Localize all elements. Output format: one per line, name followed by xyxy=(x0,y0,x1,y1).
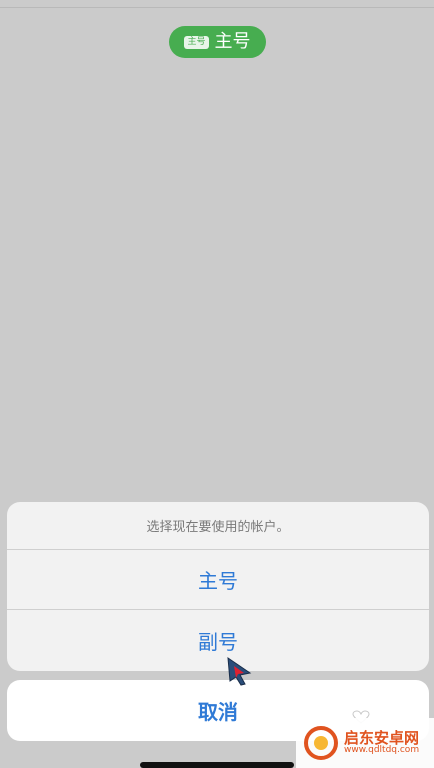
account-action-sheet: 选择现在要使用的帐户。 主号 副号 xyxy=(7,502,429,671)
top-divider xyxy=(0,7,434,8)
watermark-url: www.qdltdq.com xyxy=(344,745,420,756)
pointer-cursor-icon xyxy=(227,656,252,686)
watermark-logo-icon xyxy=(304,726,338,760)
action-sheet-title: 选择现在要使用的帐户。 xyxy=(7,502,429,550)
watermark: 启东安卓网 www.qdltdq.com xyxy=(296,718,434,768)
account-badge: 主号 xyxy=(184,35,209,49)
account-label: 主号 xyxy=(214,31,251,52)
option-main-account[interactable]: 主号 xyxy=(7,550,429,610)
home-indicator[interactable] xyxy=(140,762,294,768)
current-account-pill[interactable]: 主号 主号 xyxy=(169,26,266,58)
option-sub-account[interactable]: 副号 xyxy=(7,610,429,670)
watermark-name: 启东安卓网 xyxy=(344,728,420,747)
